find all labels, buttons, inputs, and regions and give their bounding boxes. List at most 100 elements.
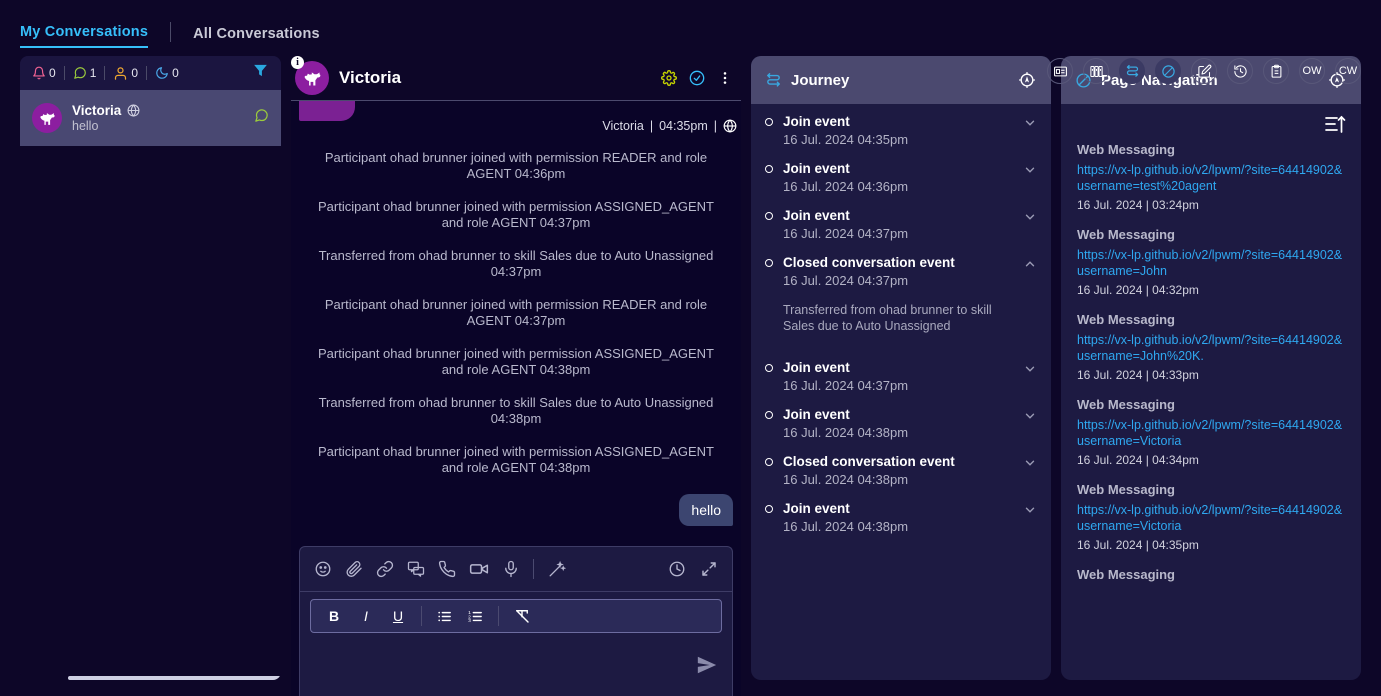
phone-icon[interactable] <box>438 560 456 578</box>
page-nav-url[interactable]: https://vx-lp.github.io/v2/lpwm/?site=64… <box>1077 247 1345 279</box>
stat-open-conversations[interactable]: 1 <box>73 66 96 80</box>
list-item[interactable]: Web Messaging https://vx-lp.github.io/v2… <box>1077 227 1345 297</box>
stat-snoozed[interactable]: 0 <box>155 66 179 80</box>
numbered-list-icon[interactable]: 1 2 3 <box>467 608 484 625</box>
stat-assigned[interactable]: 0 <box>113 66 138 81</box>
system-message: Participant ohad brunner joined with per… <box>324 297 708 328</box>
page-nav-url[interactable]: https://vx-lp.github.io/v2/lpwm/?site=64… <box>1077 332 1345 364</box>
avatar <box>32 103 62 133</box>
stat-assigned-value: 0 <box>131 66 139 80</box>
avatar-cw[interactable]: CW <box>1335 58 1361 84</box>
chevron-down-icon[interactable] <box>1023 407 1037 428</box>
journey-event[interactable]: Join event 16 Jul. 2024 04:38pm <box>751 397 1051 444</box>
link-icon[interactable] <box>376 560 394 578</box>
list-item[interactable]: Web Messaging https://vx-lp.github.io/v2… <box>1077 312 1345 382</box>
sort-ascending-icon[interactable] <box>1323 112 1347 141</box>
clear-formatting-icon[interactable] <box>513 607 531 625</box>
stat-alerts[interactable]: 0 <box>32 66 56 80</box>
journey-event-expanded[interactable]: Closed conversation event 16 Jul. 2024 0… <box>751 245 1051 338</box>
magic-wand-icon[interactable] <box>547 560 566 579</box>
journey-event-title: Closed conversation event <box>783 255 955 270</box>
more-vertical-icon[interactable] <box>717 70 733 86</box>
check-circle-icon[interactable] <box>689 70 705 86</box>
tab-all-conversations[interactable]: All Conversations <box>193 26 320 48</box>
chat-bubble-icon <box>73 66 87 80</box>
avatar-ow[interactable]: OW <box>1299 58 1325 84</box>
video-icon[interactable] <box>469 559 489 579</box>
clipboard-icon[interactable] <box>1263 58 1289 84</box>
list-item[interactable]: Web Messaging https://vx-lp.github.io/v2… <box>1077 142 1345 212</box>
chat-header-actions <box>661 70 733 86</box>
conversation-list-horizontal-scrollbar[interactable] <box>68 676 281 680</box>
chat-meta: Victoria | 04:35pm | <box>291 101 741 133</box>
journey-icon[interactable] <box>1119 58 1145 84</box>
journey-event-row: Join event 16 Jul. 2024 04:38pm <box>765 407 1037 440</box>
predefined-content-icon[interactable] <box>407 560 425 578</box>
list-item-preview: hello <box>72 119 99 133</box>
format-divider <box>421 606 422 626</box>
chat-panel: i Victoria Victoria | 04:35pm | Particip… <box>291 56 741 696</box>
system-message: Participant ohad brunner joined with per… <box>318 199 714 230</box>
attachment-icon[interactable] <box>345 560 363 578</box>
system-message: Participant ohad brunner joined with per… <box>318 346 714 377</box>
knowledge-base-icon[interactable] <box>1083 58 1109 84</box>
journey-event[interactable]: Join event 16 Jul. 2024 04:37pm <box>751 198 1051 245</box>
page-nav-url[interactable]: https://vx-lp.github.io/v2/lpwm/?site=64… <box>1077 417 1345 449</box>
chat-bubble-icon[interactable] <box>254 108 269 128</box>
info-icon[interactable]: i <box>291 56 304 69</box>
message-editor[interactable] <box>300 633 732 691</box>
chevron-down-icon[interactable] <box>1023 208 1037 229</box>
journey-event-date: 16 Jul. 2024 04:37pm <box>783 273 909 288</box>
journey-event-dot <box>765 165 773 173</box>
journey-panel-header: Journey <box>751 56 1051 104</box>
history-clock-icon[interactable] <box>668 560 686 578</box>
list-item[interactable]: Victoria hello <box>20 90 281 146</box>
page-nav-kind: Web Messaging <box>1077 312 1176 327</box>
chevron-down-icon[interactable] <box>1023 161 1037 182</box>
journey-event[interactable]: Join event 16 Jul. 2024 04:37pm <box>751 338 1051 397</box>
microphone-icon[interactable] <box>502 560 520 578</box>
settings-gear-icon[interactable] <box>661 70 677 86</box>
user-icon <box>113 66 128 81</box>
underline-button[interactable]: U <box>389 608 407 624</box>
journey-event-date: 16 Jul. 2024 04:38pm <box>783 425 909 440</box>
journey-event-title: Join event <box>783 114 850 129</box>
page-navigation-icon[interactable] <box>1155 58 1181 84</box>
chevron-down-icon[interactable] <box>1023 454 1037 475</box>
journey-event[interactable]: Join event 16 Jul. 2024 04:36pm <box>751 151 1051 198</box>
journey-event[interactable]: Closed conversation event 16 Jul. 2024 0… <box>751 444 1051 491</box>
page-nav-url[interactable]: https://vx-lp.github.io/v2/lpwm/?site=64… <box>1077 162 1345 194</box>
filter-icon[interactable] <box>252 62 269 84</box>
chat-header: i Victoria <box>291 56 741 100</box>
journey-event[interactable]: Join event 16 Jul. 2024 04:35pm <box>751 104 1051 151</box>
bulleted-list-icon[interactable] <box>436 608 453 625</box>
history-icon[interactable] <box>1227 58 1253 84</box>
page-nav-kind: Web Messaging <box>1077 397 1176 412</box>
tab-my-conversations[interactable]: My Conversations <box>20 24 149 48</box>
send-icon[interactable] <box>696 654 718 681</box>
message-bubble: hello <box>679 494 733 526</box>
italic-button[interactable]: I <box>357 608 375 624</box>
chevron-down-icon[interactable] <box>1023 360 1037 381</box>
journey-event-date: 16 Jul. 2024 04:36pm <box>783 179 909 194</box>
emoji-icon[interactable] <box>314 560 332 578</box>
notes-icon[interactable] <box>1191 58 1217 84</box>
customer-info-icon[interactable] <box>1047 58 1073 84</box>
compass-icon[interactable] <box>1017 70 1037 90</box>
chevron-down-icon[interactable] <box>1023 501 1037 522</box>
page-nav-kind: Web Messaging <box>1077 567 1176 582</box>
journey-event[interactable]: Join event 16 Jul. 2024 04:38pm <box>751 491 1051 538</box>
bold-button[interactable]: B <box>325 608 343 624</box>
chat-header-avatar-wrap: i <box>291 56 329 95</box>
chevron-down-icon[interactable] <box>1023 114 1037 135</box>
journey-event-title: Join event <box>783 407 850 422</box>
expand-icon[interactable] <box>700 560 718 578</box>
conversation-filters-bar: 0 1 0 0 <box>20 56 281 90</box>
chevron-up-icon[interactable] <box>1023 255 1037 276</box>
journey-panel: Journey Join event 16 Jul. 2024 04:35pm <box>751 56 1051 680</box>
page-nav-url[interactable]: https://vx-lp.github.io/v2/lpwm/?site=64… <box>1077 502 1345 534</box>
list-item[interactable]: Web Messaging https://vx-lp.github.io/v2… <box>1077 397 1345 467</box>
journey-event-date: 16 Jul. 2024 04:38pm <box>783 472 909 487</box>
list-item[interactable]: Web Messaging https://vx-lp.github.io/v2… <box>1077 482 1345 552</box>
list-item[interactable]: Web Messaging <box>1077 567 1345 582</box>
